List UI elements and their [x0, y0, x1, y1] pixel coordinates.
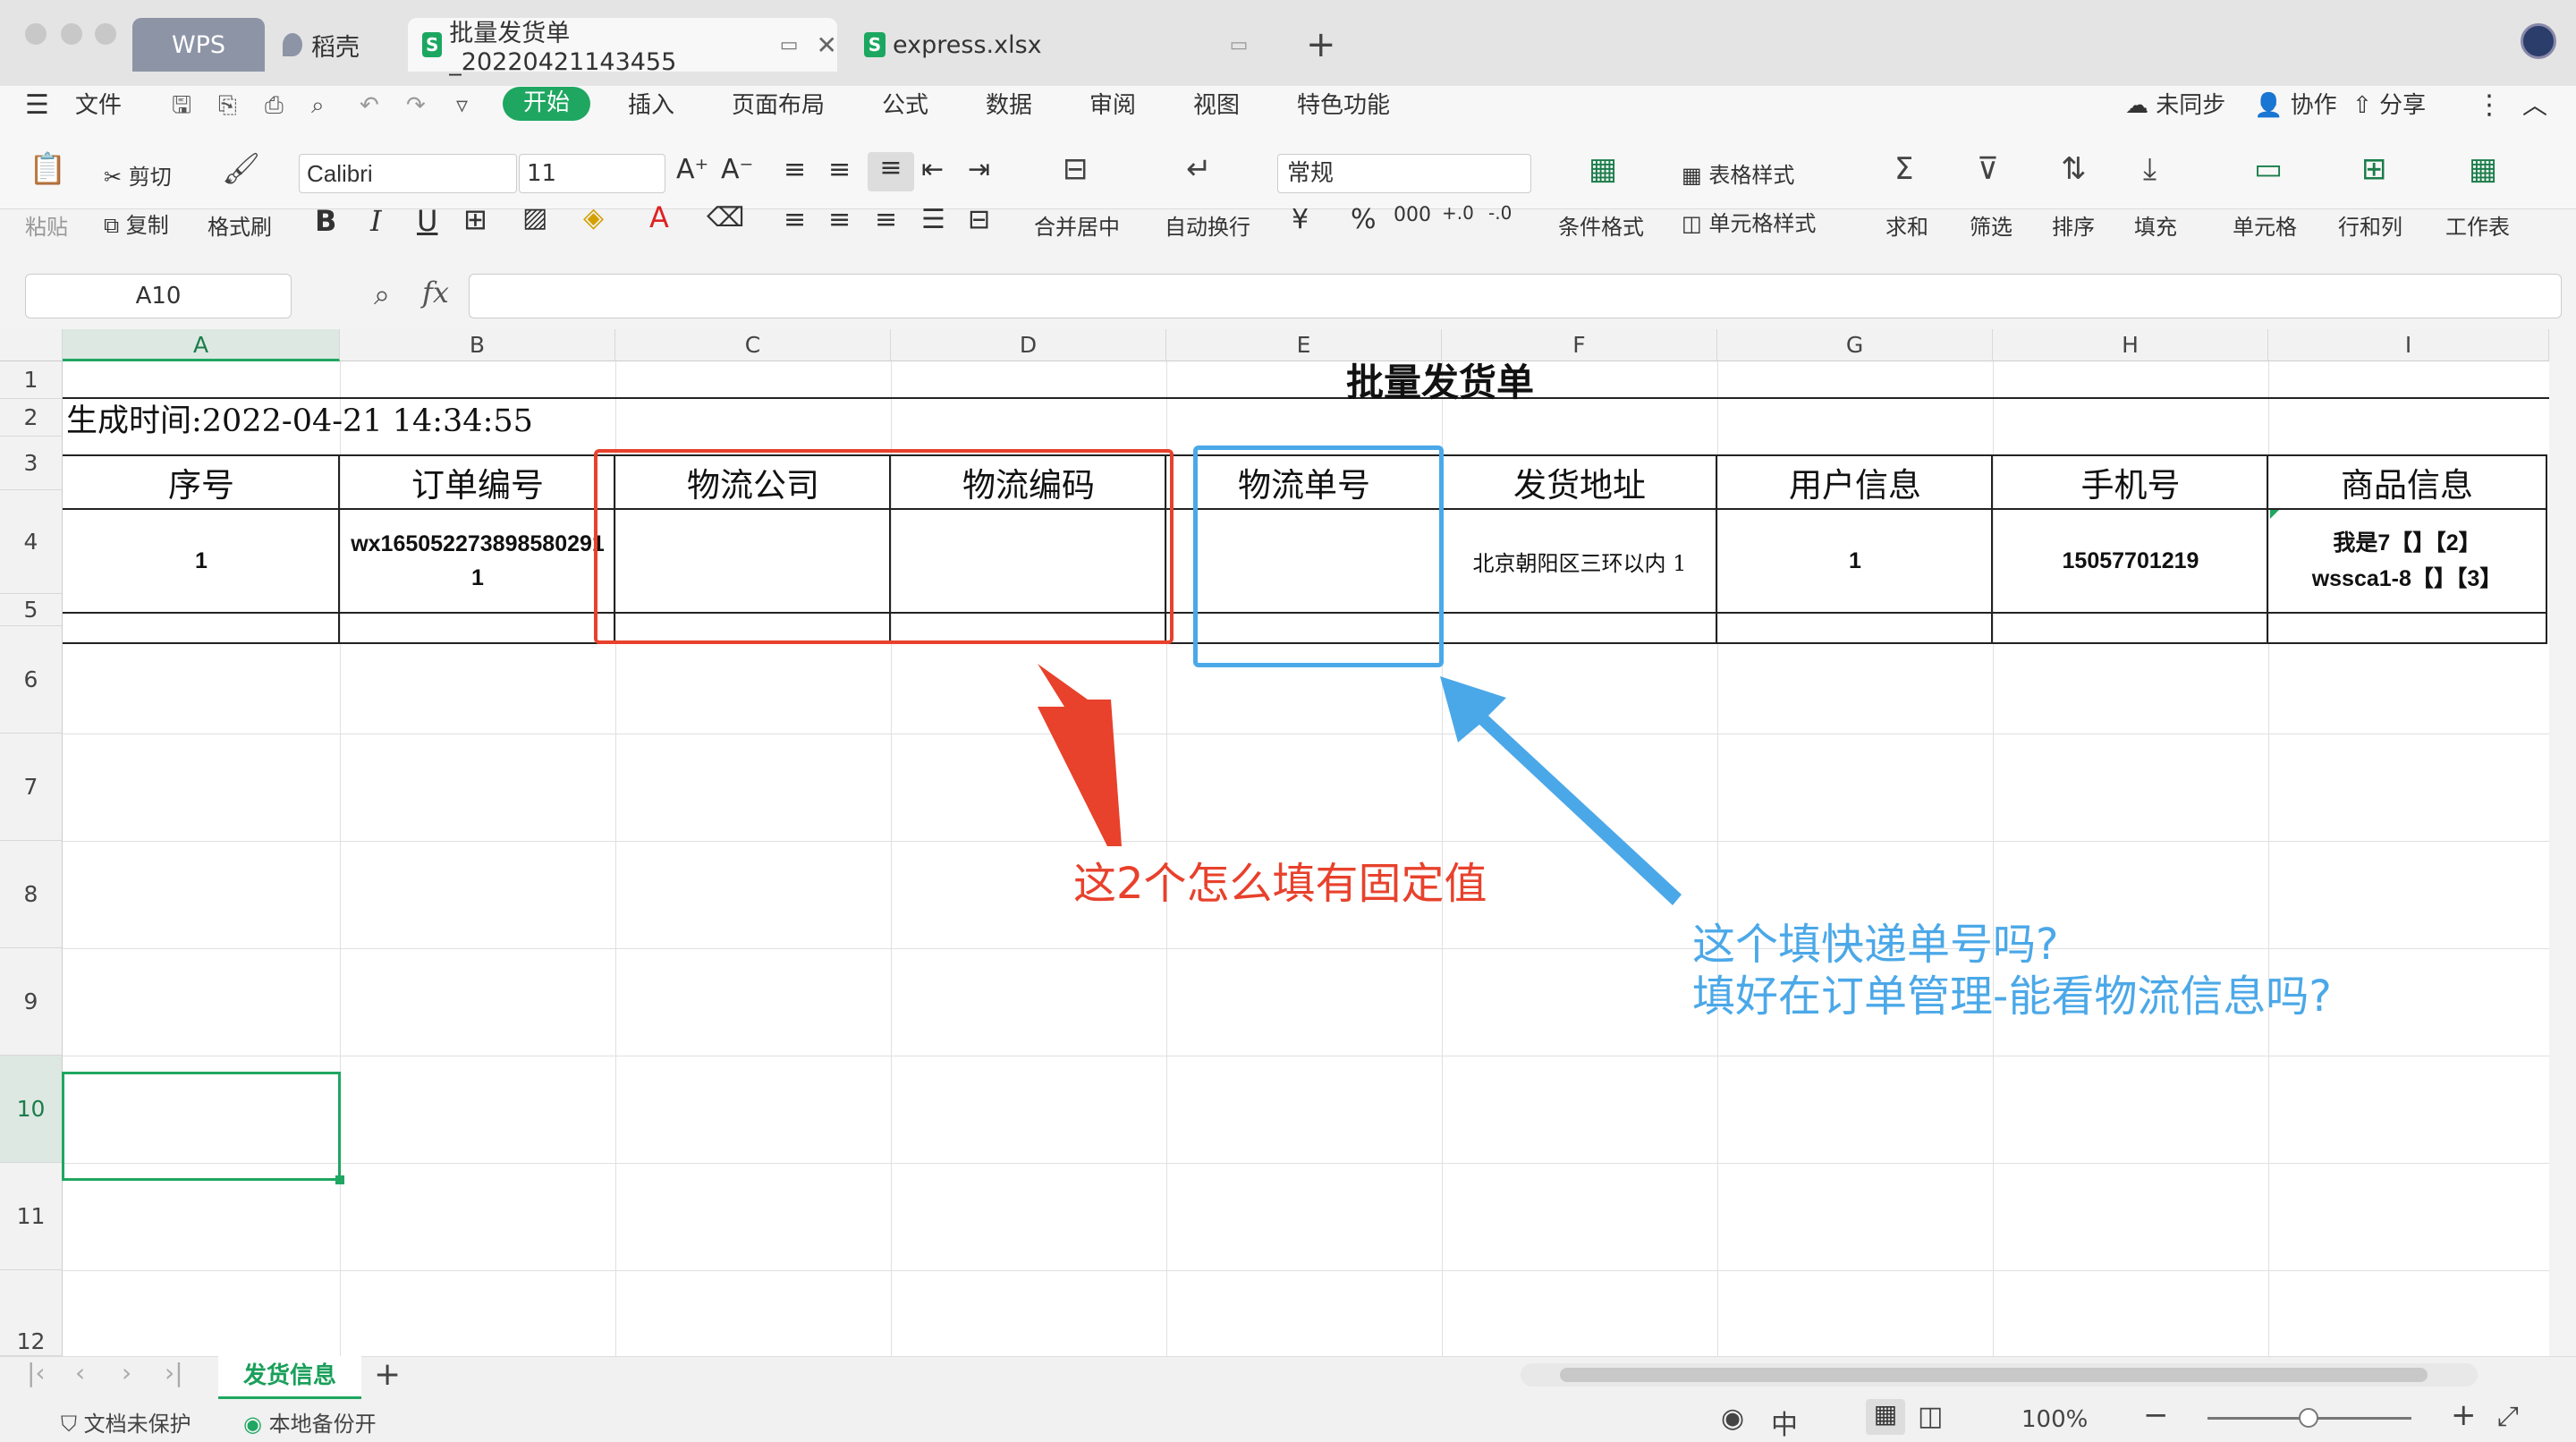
doc-protect-label: 文档未保护: [83, 1412, 191, 1437]
zoom-in-icon[interactable]: +: [2451, 1397, 2477, 1433]
backup-dot-icon: ◉: [243, 1412, 262, 1437]
horizontal-scroll-thumb[interactable]: [1560, 1368, 2428, 1382]
local-backup-label: 本地备份开: [268, 1412, 377, 1437]
doc-protect-status[interactable]: ⛉ 文档未保护: [61, 1406, 191, 1438]
red-annotation-text: 这2个怎么填有固定值: [1073, 859, 1487, 909]
last-sheet-icon[interactable]: ›|: [165, 1358, 183, 1387]
horizontal-scrollbar[interactable]: [1521, 1363, 2478, 1387]
input-method-icon[interactable]: 中: [1771, 1403, 1798, 1442]
page-view-icon[interactable]: ◫: [1918, 1401, 1943, 1432]
next-sheet-icon[interactable]: ›: [122, 1358, 131, 1387]
zoom-slider-knob[interactable]: [2299, 1408, 2318, 1428]
shield-icon: ⛉: [61, 1412, 77, 1437]
add-sheet-button[interactable]: +: [374, 1356, 401, 1393]
red-arrow: [1038, 664, 1122, 846]
prev-sheet-icon[interactable]: ‹: [75, 1358, 85, 1387]
fullscreen-icon[interactable]: ⤢: [2497, 1401, 2519, 1432]
annotation-arrows: [1038, 664, 1682, 905]
zoom-level[interactable]: 100%: [2021, 1406, 2088, 1433]
blue-annotation-line2: 填好在订单管理-能看物流信息吗?: [1692, 971, 2332, 1022]
sheet-tab-active[interactable]: 发货信息: [218, 1356, 361, 1399]
eye-protect-icon[interactable]: ◉: [1721, 1403, 1744, 1434]
zoom-out-icon[interactable]: −: [2143, 1397, 2169, 1433]
first-sheet-icon[interactable]: |‹: [27, 1358, 46, 1387]
local-backup-status[interactable]: ◉ 本地备份开: [243, 1406, 377, 1438]
normal-view-icon[interactable]: ▦: [1866, 1399, 1905, 1435]
